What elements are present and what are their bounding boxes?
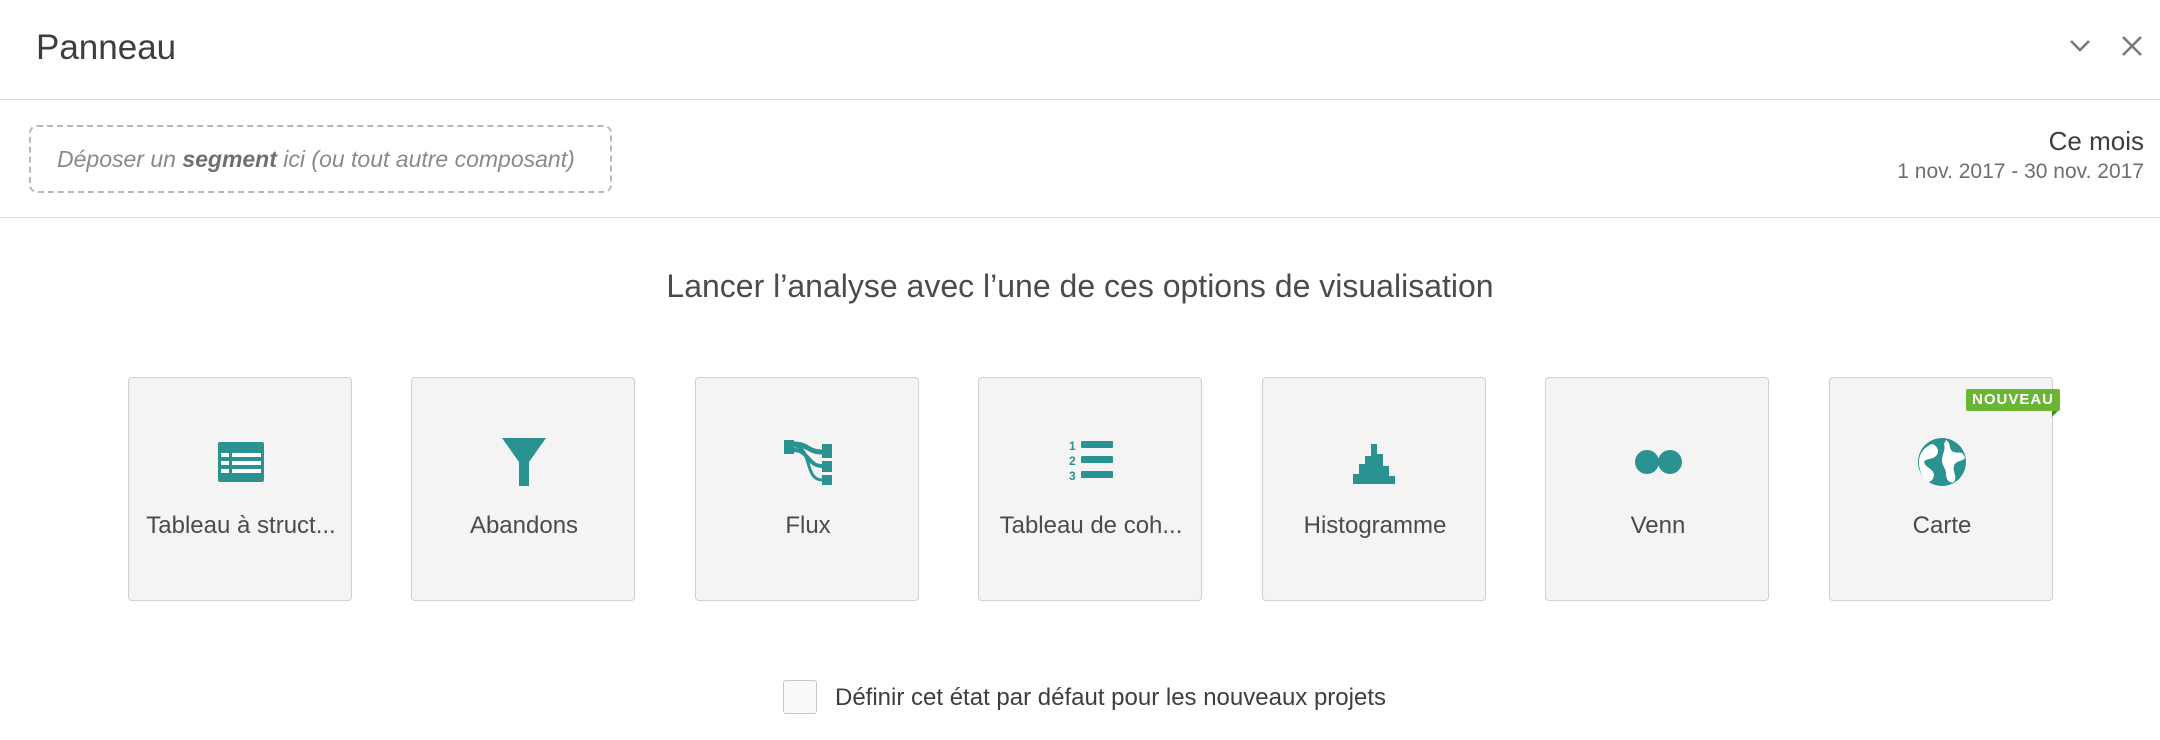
tile-label: Venn (1630, 512, 1686, 539)
tile-venn[interactable]: Venn (1545, 377, 1769, 601)
numbered-list-icon: 1 2 3 (1061, 432, 1121, 492)
panel-title: Panneau (36, 28, 177, 67)
tile-freeform-table[interactable]: Tableau à struct... (128, 377, 352, 601)
date-range-label: Ce mois (2048, 126, 2144, 156)
new-badge: NOUVEAU (1966, 389, 2061, 411)
svg-text:3: 3 (1069, 469, 1076, 483)
tile-label: Flux (785, 512, 831, 539)
tile-label: Histogramme (1303, 512, 1447, 539)
segment-drop-zone[interactable]: Déposer un segment ici (ou tout autre co… (29, 125, 612, 193)
tile-cohort-table[interactable]: 1 2 3 Tableau de coh... (978, 377, 1202, 601)
panel-header: Panneau (0, 0, 2160, 100)
tile-label: Tableau à struct... (146, 512, 336, 539)
default-setting-label: Définir cet état par défaut pour les nou… (835, 684, 1386, 711)
panel-toolbar: Déposer un segment ici (ou tout autre co… (0, 100, 2160, 218)
funnel-icon (494, 432, 554, 492)
chevron-down-icon (2070, 40, 2090, 52)
visualization-prompt: Lancer l’analyse avec l’une de ces optio… (666, 268, 1494, 304)
date-range-selector[interactable]: Ce mois 1 nov. 2017 - 30 nov. 2017 (1897, 124, 2144, 186)
tile-label: Abandons (469, 512, 579, 539)
histogram-icon (1345, 432, 1405, 492)
close-icon (2122, 36, 2142, 56)
drop-zone-suffix: ici (ou tout autre composant) (276, 146, 575, 172)
table-icon (211, 432, 271, 492)
drop-zone-prefix: Déposer un (57, 146, 183, 172)
visualization-options: Tableau à struct... Abandons Flux 1 2 3 … (0, 377, 2160, 601)
venn-icon (1628, 432, 1688, 492)
badge-fold (2052, 411, 2058, 417)
collapse-button[interactable] (2062, 28, 2098, 64)
tile-flow[interactable]: Flux (695, 377, 919, 601)
globe-icon (1912, 432, 1972, 492)
drop-zone-segment-word: segment (182, 146, 277, 172)
date-range-value: 1 nov. 2017 - 30 nov. 2017 (1897, 160, 2144, 183)
svg-text:2: 2 (1069, 454, 1076, 468)
tile-map[interactable]: NOUVEAU Carte (1829, 377, 2061, 601)
tile-fallout[interactable]: Abandons (411, 377, 635, 601)
svg-text:1: 1 (1069, 439, 1076, 453)
tile-label: Carte (1912, 512, 1972, 539)
flow-icon (778, 432, 838, 492)
close-button[interactable] (2114, 28, 2150, 64)
default-setting-checkbox[interactable] (783, 680, 817, 714)
tile-histogram[interactable]: Histogramme (1262, 377, 1486, 601)
tile-label: Tableau de coh... (999, 512, 1183, 539)
